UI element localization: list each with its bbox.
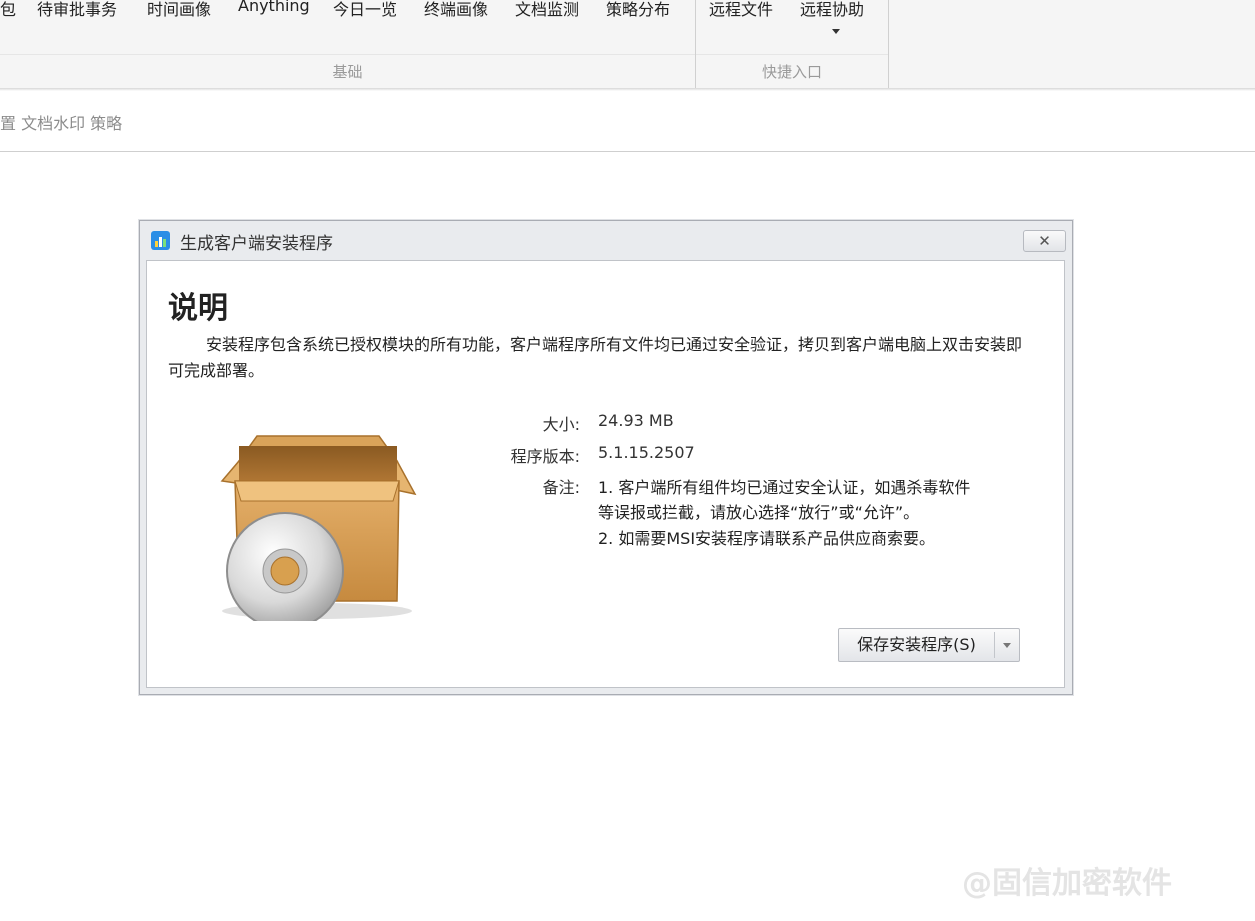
- ribbon-item-remote-file[interactable]: 远程文件: [709, 0, 773, 20]
- ribbon-shadow: [0, 88, 1255, 91]
- save-installer-button[interactable]: 保存安装程序(S): [839, 629, 994, 661]
- note-line: 1. 客户端所有组件均已通过安全认证，如遇杀毒软件: [598, 478, 971, 497]
- version-value: 5.1.15.2507: [598, 443, 695, 462]
- ribbon-item-time-profile[interactable]: 时间画像: [147, 0, 211, 20]
- chevron-down-icon[interactable]: [832, 29, 840, 34]
- group-label-quick: 快捷入口: [696, 54, 888, 89]
- size-label: 大小:: [542, 415, 580, 434]
- ribbon-toolbar: 包 待审批事务 时间画像 Anything 今日一览 终端画像 文档监测 策略分…: [0, 0, 1255, 89]
- ribbon-item-pending-approval[interactable]: 待审批事务: [37, 0, 117, 20]
- close-button[interactable]: ✕: [1023, 230, 1066, 252]
- ribbon-item-package[interactable]: 包: [0, 0, 16, 20]
- notes-label: 备注:: [542, 478, 580, 497]
- breadcrumb[interactable]: 置 文档水印 策略: [0, 110, 122, 134]
- dialog-content: 说明 安装程序包含系统已授权模块的所有功能，客户端程序所有文件均已通过安全验证，…: [146, 260, 1065, 688]
- save-installer-split-button: 保存安装程序(S): [838, 628, 1020, 662]
- size-value: 24.93 MB: [598, 411, 674, 430]
- ribbon-divider: [888, 0, 889, 88]
- dialog-titlebar[interactable]: 生成客户端安装程序 ✕: [140, 221, 1072, 259]
- close-icon: ✕: [1038, 232, 1051, 250]
- section-heading: 说明: [168, 291, 228, 326]
- group-label-basic: 基础: [0, 54, 695, 89]
- ribbon-item-anything[interactable]: Anything: [238, 0, 310, 15]
- software-package-icon: [220, 435, 417, 621]
- ribbon-item-terminal-profile[interactable]: 终端画像: [424, 0, 488, 20]
- ribbon-item-doc-monitor[interactable]: 文档监测: [515, 0, 579, 20]
- ribbon-group-basic: 包 待审批事务 时间画像 Anything 今日一览 终端画像 文档监测 策略分…: [0, 0, 695, 88]
- ribbon-item-remote-assist[interactable]: 远程协助: [800, 0, 864, 20]
- app-icon: [151, 231, 170, 250]
- note-line: 2. 如需要MSI安装程序请联系产品供应商索要。: [598, 529, 936, 548]
- version-label: 程序版本:: [510, 447, 580, 466]
- watermark: @固信加密软件: [962, 866, 1172, 901]
- save-options-dropdown[interactable]: [995, 629, 1019, 661]
- dialog-title: 生成客户端安装程序: [180, 234, 333, 254]
- generate-installer-dialog: 生成客户端安装程序 ✕ 说明 安装程序包含系统已授权模块的所有功能，客户端程序所…: [139, 220, 1073, 695]
- breadcrumb-divider: [0, 151, 1255, 152]
- ribbon-item-today-overview[interactable]: 今日一览: [333, 0, 397, 20]
- description-text: 安装程序包含系统已授权模块的所有功能，客户端程序所有文件均已通过安全验证，拷贝到…: [168, 335, 1023, 380]
- ribbon-item-policy-distribution[interactable]: 策略分布: [606, 0, 670, 20]
- note-line: 等误报或拦截，请放心选择“放行”或“允许”。: [598, 503, 920, 522]
- chevron-down-icon: [1003, 643, 1011, 648]
